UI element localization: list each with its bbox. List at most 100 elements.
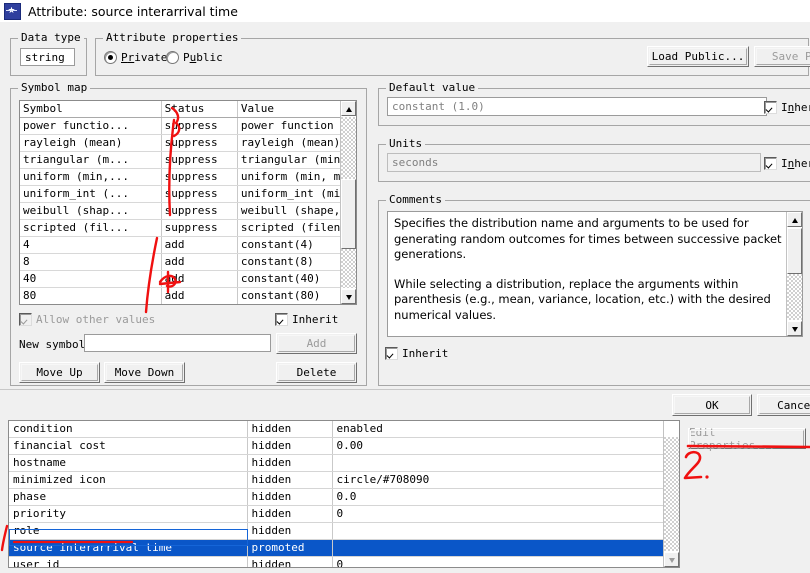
column-header-value[interactable]: Value [237,101,356,118]
units-legend: Units [386,137,426,150]
cell-attribute-name: minimized icon [9,471,248,489]
symbol-map-scrollbar[interactable] [340,101,356,304]
dialog-titlebar: Attribute: source interarrival time [0,0,810,22]
table-row[interactable] [20,305,356,306]
add-symbol-button[interactable]: Add [276,333,357,354]
table-row[interactable]: uniform (min,... suppress uniform (min, ma… [20,168,356,186]
table-row[interactable]: triangular (m... suppress triangular (min,… [20,151,356,169]
units-input[interactable]: seconds [387,153,761,172]
default-value-input[interactable]: constant (1.0) [387,97,767,116]
cell-symbol: 40 [20,270,162,288]
scroll-down-arrow[interactable] [664,552,679,567]
cell-value: constant(4) [237,236,356,254]
move-down-label: Move Down [114,366,175,379]
table-row[interactable]: weibull (shap... suppress weibull (shape, … [20,202,356,220]
attributes-table[interactable]: condition hidden enabled financial cost hid… [8,420,680,568]
attributes-scrollbar[interactable] [663,421,679,567]
table-row[interactable]: hostname hidden [9,454,679,472]
scrollbar-track[interactable] [664,437,679,551]
cell-value: weibull (shape, scale) [237,202,356,220]
table-row[interactable]: priority hidden 0 [9,505,679,523]
default-value-inherit-label: Inher [781,101,810,114]
default-value-group: Default value constant (1.0) Inher [378,81,810,126]
ok-button[interactable]: OK [672,394,752,416]
table-row[interactable]: 40 add constant(40) [20,270,356,288]
cell-value: constant(80) [237,287,356,304]
symbol-map-inherit-checkbox[interactable]: Inherit [275,313,338,326]
default-value-inherit-checkbox[interactable]: Inher [764,101,810,114]
data-type-group: Data type string [10,31,87,76]
cell-attribute-name: financial cost [9,437,248,455]
comments-scrollbar[interactable] [786,212,802,336]
scrollbar-thumb[interactable] [787,228,802,274]
default-value-inherit-box [764,101,777,114]
cell-attribute-value [332,522,679,540]
save-public-button[interactable]: Save Publi [754,46,810,67]
attributes-window: condition hidden enabled financial cost hid… [0,420,810,573]
cell-attribute-value [332,454,679,472]
cell-symbol: uniform_int (... [20,185,162,203]
allow-other-values-label: Allow other values [36,313,156,326]
cell-attribute-status: hidden [247,556,333,567]
allow-other-values-box [19,313,32,326]
column-header-symbol[interactable]: Symbol [20,101,162,118]
table-row[interactable]: rayleigh (mean) suppress rayleigh (mean) [20,134,356,152]
scroll-up-arrow[interactable] [787,212,802,227]
ok-label: OK [705,398,719,412]
table-row[interactable]: minimized icon hidden circle/#708090 [9,471,679,489]
cell-value: constant(8) [237,253,356,271]
column-header-status[interactable]: Status [161,101,238,118]
comments-textarea[interactable]: Specifies the distribution name and argu… [387,211,803,337]
comments-inherit-label: Inherit [402,347,449,360]
cell-attribute-value: 0 [332,505,679,523]
table-row[interactable]: 8 add constant(8) [20,253,356,271]
allow-other-values-checkbox[interactable]: Allow other values [19,313,155,326]
cell-attribute-name: phase [9,488,248,506]
scroll-down-arrow[interactable] [787,321,802,336]
scroll-up-arrow[interactable] [341,101,356,116]
symbol-map-table[interactable]: Symbol Status Value power functio... supp… [19,100,357,305]
table-row-selected[interactable]: source interarrival time promoted [9,539,679,557]
cell-attribute-name: priority [9,505,248,523]
cell-value: rayleigh (mean) [237,134,356,152]
move-down-button[interactable]: Move Down [104,362,185,383]
edit-properties-button[interactable]: Edit Properties... [688,426,806,452]
table-row[interactable]: 80 add constant(80) [20,287,356,304]
table-row[interactable]: phase hidden 0.0 [9,488,679,506]
table-row[interactable]: condition hidden enabled [9,421,679,438]
scrollbar-thumb[interactable] [341,179,356,249]
new-symbol-input[interactable] [84,334,271,352]
symbol-map-header-row: Symbol Status Value [20,101,356,118]
cell-symbol: 80 [20,287,162,304]
cell-attribute-name: role [9,522,248,540]
units-inherit-checkbox[interactable]: Inher [764,157,810,170]
symbol-map-body: power functio...suppresspower function (… [20,117,356,306]
load-public-button[interactable]: Load Public... [647,46,749,67]
cancel-label: Cancel [777,398,810,412]
cell-attribute-name: source interarrival time [9,539,248,557]
attribute-dialog: Attribute: source interarrival time Data… [0,0,810,420]
table-row[interactable]: financial cost hidden 0.00 [9,437,679,455]
cell-attribute-status: hidden [247,421,333,438]
move-up-button[interactable]: Move Up [19,362,100,383]
table-row[interactable]: uniform_int (... suppress uniform_int (min… [20,185,356,203]
cancel-button[interactable]: Cancel [757,394,810,416]
table-row[interactable]: 4 add constant(4) [20,236,356,254]
cell-symbol: 4 [20,236,162,254]
dialog-separator [0,389,810,390]
comments-inherit-checkbox[interactable]: Inherit [385,347,448,360]
comments-paragraph: Specifies the distribution name and argu… [394,216,782,261]
table-row[interactable]: power functio...suppresspower function (… [20,117,356,135]
units-inherit-box [764,157,777,170]
cell-symbol: power functio... [20,117,162,135]
scroll-down-arrow[interactable] [341,289,356,304]
symbol-map-inherit-box [275,313,288,326]
cell-attribute-name: user id [9,556,248,567]
table-row[interactable]: user id hidden 0 [9,556,679,567]
table-row[interactable]: role hidden [9,522,679,540]
radio-private[interactable]: Private [104,51,167,64]
table-row[interactable]: scripted (fil... suppress scripted (filena… [20,219,356,237]
cell-attribute-value [332,539,679,557]
radio-public[interactable]: Public [166,51,223,64]
delete-button[interactable]: Delete [276,362,357,383]
